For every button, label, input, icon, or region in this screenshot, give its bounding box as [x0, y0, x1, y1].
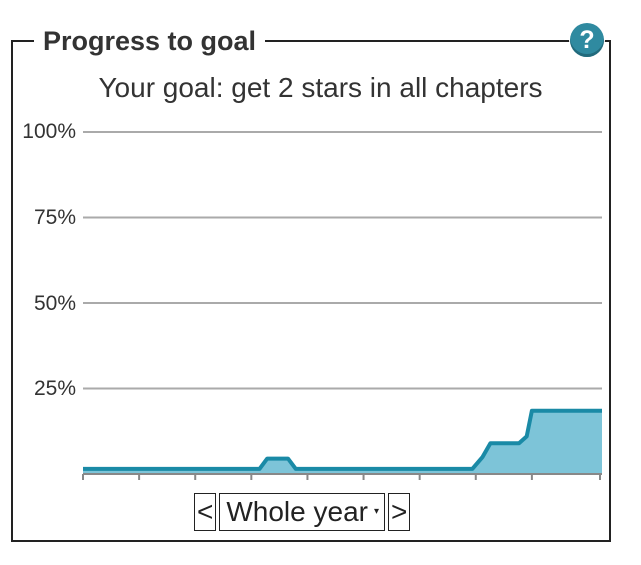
- progress-area: [83, 410, 602, 474]
- prev-range-button[interactable]: <: [194, 493, 217, 531]
- range-controls: < Whole year ▾ >: [194, 493, 411, 531]
- chevron-down-icon: ▾: [373, 506, 380, 517]
- range-select-value: Whole year: [226, 496, 368, 527]
- progress-chart: [82, 131, 602, 480]
- next-range-button[interactable]: >: [388, 493, 411, 531]
- range-select[interactable]: Whole year ▾: [219, 493, 386, 531]
